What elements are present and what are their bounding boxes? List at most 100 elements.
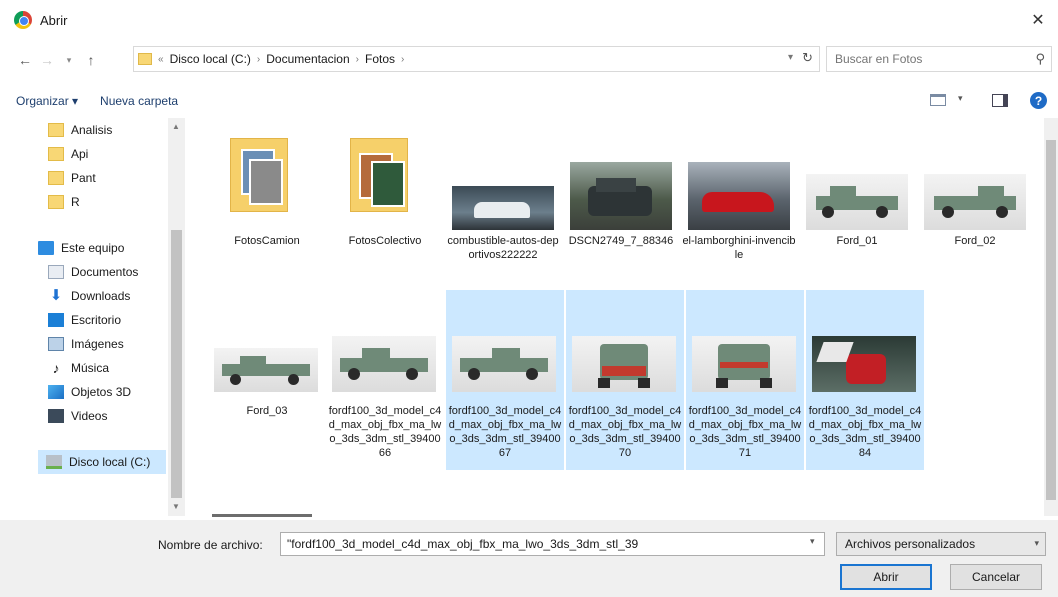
refresh-icon[interactable]: ↻ <box>802 50 813 66</box>
chevron-up-icon[interactable]: ▲ <box>172 122 180 131</box>
image-thumbnail <box>688 162 790 230</box>
file-name: Ford_01 <box>836 235 878 247</box>
file-name: fordf100_3d_model_c4d_max_obj_fbx_ma_lwo… <box>448 405 562 459</box>
chevron-right-icon[interactable]: › <box>401 54 404 65</box>
image-thumbnail <box>806 174 908 230</box>
scrollbar-thumb[interactable] <box>1046 140 1056 500</box>
help-icon[interactable]: ? <box>1030 92 1047 109</box>
cancel-button[interactable]: Cancelar <box>950 564 1042 590</box>
file-item[interactable]: fordf100_3d_model_c4d_max_obj_fbx_ma_lwo… <box>566 290 684 470</box>
file-name: combustible-autos-deportivos222222 <box>447 235 559 261</box>
breadcrumb-documentacion[interactable]: Documentacion <box>266 52 349 66</box>
file-type-value: Archivos personalizados <box>845 537 976 551</box>
file-item[interactable]: fordf100_3d_model_c4d_max_obj_fbx_ma_lwo… <box>446 290 564 470</box>
file-item[interactable]: FotosColectivo <box>326 134 444 274</box>
file-item[interactable]: Ford_01 <box>798 134 916 274</box>
image-thumbnail <box>570 162 672 230</box>
chevron-down-icon[interactable]: ▼ <box>172 502 180 511</box>
folder-icon <box>48 195 64 209</box>
image-thumbnail <box>812 336 916 392</box>
chevron-down-icon: ▾ <box>1034 538 1039 548</box>
chevron-right-icon[interactable]: › <box>356 54 359 65</box>
file-name: fordf100_3d_model_c4d_max_obj_fbx_ma_lwo… <box>688 405 802 459</box>
file-name: FotosCamion <box>234 235 300 247</box>
forward-button[interactable]: → <box>36 52 58 68</box>
image-thumbnail <box>924 174 1026 230</box>
close-button[interactable]: ✕ <box>1018 0 1058 40</box>
file-item[interactable]: DSCN2749_7_88346 <box>562 134 680 274</box>
file-item[interactable]: FotosCamion <box>208 134 326 274</box>
3d-objects-icon <box>48 385 64 399</box>
image-thumbnail <box>572 336 676 392</box>
filename-input[interactable]: "fordf100_3d_model_c4d_max_obj_fbx_ma_lw… <box>280 532 825 556</box>
chevron-down-icon[interactable]: ▾ <box>958 93 963 104</box>
file-item[interactable]: fordf100_3d_model_c4d_max_obj_fbx_ma_lwo… <box>686 290 804 470</box>
sidebar-item-disco-local[interactable]: Disco local (C:) <box>38 450 166 474</box>
breadcrumb-disco[interactable]: Disco local (C:) <box>170 52 251 66</box>
filename-label: Nombre de archivo: <box>158 538 263 552</box>
file-name: Ford_02 <box>954 235 996 247</box>
file-item[interactable]: Ford_02 <box>916 134 1034 274</box>
sidebar-item-label: Downloads <box>71 289 131 303</box>
file-list: FotosCamion FotosColectivo combustible-a… <box>190 118 1058 518</box>
preview-pane-icon[interactable] <box>992 94 1008 107</box>
folder-icon <box>138 53 152 65</box>
sidebar-item-label: Música <box>71 361 110 375</box>
documents-icon <box>48 265 64 279</box>
new-folder-button[interactable]: Nueva carpeta <box>100 94 178 108</box>
search-input[interactable] <box>835 52 1025 66</box>
open-button[interactable]: Abrir <box>840 564 932 590</box>
sidebar-item-label: Este equipo <box>61 241 125 255</box>
file-name: Ford_03 <box>246 405 288 417</box>
change-view-icon[interactable] <box>930 94 946 106</box>
search-box[interactable]: ⚲ <box>826 46 1052 72</box>
breadcrumb-fotos[interactable]: Fotos <box>365 52 395 66</box>
music-icon: ♪ <box>52 360 60 376</box>
file-name: el-lamborghini-invencible <box>682 235 796 261</box>
chevron-down-icon[interactable]: ▾ <box>810 536 815 547</box>
chevron-right-icon[interactable]: › <box>257 54 260 65</box>
folder-icon <box>48 123 64 137</box>
file-item[interactable]: fordf100_3d_model_c4d_max_obj_fbx_ma_lwo… <box>326 290 444 470</box>
sidebar-item-label: Documentos <box>71 265 139 279</box>
sidebar-item-label: R <box>71 195 80 209</box>
sidebar-item-label: Api <box>71 147 89 161</box>
videos-icon <box>48 409 64 423</box>
file-item[interactable]: fordf100_3d_model_c4d_max_obj_fbx_ma_lwo… <box>806 290 924 470</box>
folder-icon <box>48 171 64 185</box>
file-item[interactable]: combustible-autos-deportivos222222 <box>444 134 562 294</box>
sidebar-item-label: Videos <box>71 409 108 423</box>
search-icon: ⚲ <box>1035 51 1045 66</box>
sidebar-item-label: Imágenes <box>71 337 124 351</box>
sidebar-item-label: Analisis <box>71 123 113 137</box>
sidebar-item-este-equipo[interactable]: Este equipo <box>38 236 188 260</box>
image-thumbnail <box>332 336 436 392</box>
address-bar[interactable]: « Disco local (C:) › Documentacion › Fot… <box>133 46 820 72</box>
title-bar: Abrir ✕ <box>0 0 1058 40</box>
sidebar-item-label: Escritorio <box>71 313 122 327</box>
image-thumbnail <box>452 186 554 230</box>
back-button[interactable]: ← <box>14 52 36 68</box>
up-button[interactable]: ↑ <box>80 52 102 68</box>
file-name: fordf100_3d_model_c4d_max_obj_fbx_ma_lwo… <box>328 405 442 459</box>
file-type-select[interactable]: Archivos personalizados ▾ <box>836 532 1046 556</box>
scrollbar-thumb[interactable] <box>171 230 182 498</box>
image-thumbnail <box>692 336 796 392</box>
desktop-icon <box>48 313 64 327</box>
file-item[interactable]: Ford_03 <box>208 290 326 470</box>
file-name: fordf100_3d_model_c4d_max_obj_fbx_ma_lwo… <box>808 405 922 459</box>
command-toolbar: Organizar ▾ Nueva carpeta ▾ ? <box>0 86 1058 116</box>
file-thumbnail-partial <box>212 514 312 517</box>
content-scrollbar[interactable] <box>1044 118 1058 516</box>
window-title: Abrir <box>40 12 68 28</box>
chevron-down-icon[interactable]: ▾ <box>788 52 793 63</box>
navigation-pane: Analisis Api Pant R Este equipo Document… <box>0 118 186 518</box>
recent-locations-button[interactable]: ▾ <box>58 55 80 66</box>
file-name: FotosColectivo <box>348 235 422 247</box>
organize-button[interactable]: Organizar ▾ <box>16 94 78 108</box>
file-item[interactable]: el-lamborghini-invencible <box>680 134 798 274</box>
computer-icon <box>38 241 54 255</box>
file-name: DSCN2749_7_88346 <box>568 235 674 247</box>
sidebar-scrollbar[interactable]: ▲ ▼ <box>168 118 185 516</box>
dialog-footer: Nombre de archivo: "fordf100_3d_model_c4… <box>0 520 1058 597</box>
